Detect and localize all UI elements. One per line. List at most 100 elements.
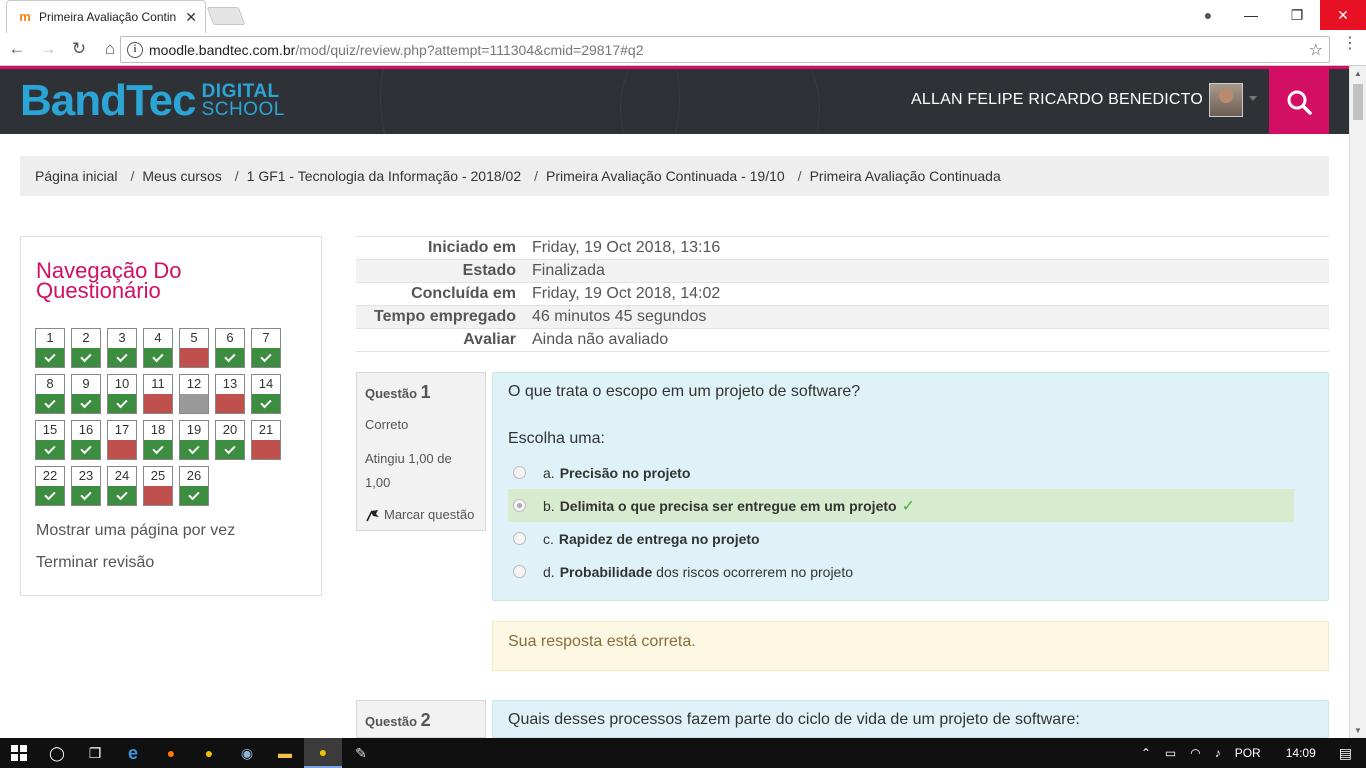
wifi-icon[interactable]: ◠ [1190, 746, 1200, 760]
question-nav-button[interactable]: 1 [35, 328, 65, 368]
question-nav-number: 24 [114, 468, 130, 483]
question-nav-button[interactable]: 24 [107, 466, 137, 506]
question-state-correct [36, 394, 64, 413]
radio-button[interactable] [513, 466, 526, 479]
question-nav-button[interactable]: 13 [215, 374, 245, 414]
paint-app-icon[interactable]: ✎ [342, 738, 380, 768]
answer-letter: b. [543, 497, 555, 514]
answer-option-c[interactable]: c. Rapidez de entrega no projeto [508, 522, 1294, 555]
new-tab-button[interactable] [206, 7, 246, 25]
question-nav-button[interactable]: 19 [179, 420, 209, 460]
breadcrumb-home[interactable]: Página inicial [35, 168, 118, 184]
avatar[interactable] [1209, 83, 1243, 117]
radio-button[interactable] [513, 532, 526, 545]
question-nav-button[interactable]: 23 [71, 466, 101, 506]
question-label: Questão [365, 386, 418, 401]
question-nav-button[interactable]: 14 [251, 374, 281, 414]
question-state-correct [180, 486, 208, 505]
scroll-thumb[interactable] [1353, 84, 1363, 120]
chrome-icon[interactable]: ● [190, 738, 228, 768]
logo-school: SCHOOL [201, 99, 285, 120]
globe-app-icon[interactable]: ◉ [228, 738, 266, 768]
answer-option-a[interactable]: a. Precisão no projeto [508, 456, 1294, 489]
question-nav-button[interactable]: 7 [251, 328, 281, 368]
question-nav-button[interactable]: 2 [71, 328, 101, 368]
question-nav-button[interactable]: 4 [143, 328, 173, 368]
summary-value: Friday, 19 Oct 2018, 13:16 [532, 239, 721, 256]
forward-arrow-icon[interactable]: → [34, 35, 62, 63]
question-nav-button[interactable]: 12 [179, 374, 209, 414]
breadcrumb-my-courses[interactable]: Meus cursos [142, 168, 221, 184]
flag-question-button[interactable]: Marcar questão [365, 507, 477, 522]
profile-icon[interactable]: ● [1188, 0, 1228, 30]
question-nav-button[interactable]: 11 [143, 374, 173, 414]
search-circle-icon[interactable]: ◯ [38, 738, 76, 768]
language-indicator[interactable]: POR [1235, 746, 1261, 760]
question-nav-button[interactable]: 26 [179, 466, 209, 506]
chrome-active-icon[interactable]: ● [304, 738, 342, 768]
show-one-page-link[interactable]: Mostrar uma página por vez [36, 522, 235, 540]
tab-close-icon[interactable]: ✕ [185, 9, 197, 26]
answer-letter: d. [543, 563, 555, 580]
breadcrumb-course[interactable]: 1 GF1 - Tecnologia da Informação - 2018/… [247, 168, 521, 184]
question-nav-button[interactable]: 8 [35, 374, 65, 414]
browser-menu-icon[interactable]: ⋮ [1342, 36, 1358, 52]
question-nav-button[interactable]: 20 [215, 420, 245, 460]
question-nav-button[interactable]: 18 [143, 420, 173, 460]
question-nav-button[interactable]: 5 [179, 328, 209, 368]
search-button[interactable] [1269, 69, 1329, 134]
question-nav-button[interactable]: 22 [35, 466, 65, 506]
question-nav-button[interactable]: 3 [107, 328, 137, 368]
question-state-correct [216, 348, 244, 367]
minimize-button[interactable]: — [1228, 0, 1274, 30]
breadcrumb-quiz[interactable]: Primeira Avaliação Continuada [810, 168, 1001, 184]
answer-option-d[interactable]: d. Probabilidade dos riscos ocorrerem no… [508, 555, 1294, 588]
radio-button[interactable] [513, 565, 526, 578]
user-name[interactable]: ALLAN FELIPE RICARDO BENEDICTO [911, 91, 1203, 109]
user-menu-caret-icon[interactable] [1249, 96, 1257, 101]
volume-icon[interactable]: ♪ [1215, 746, 1221, 760]
question-state-correct [108, 348, 136, 367]
question-nav-button[interactable]: 10 [107, 374, 137, 414]
answer-letter: a. [543, 464, 555, 481]
task-view-icon[interactable]: ❐ [76, 738, 114, 768]
site-logo[interactable]: BandTec DIGITAL SCHOOL [20, 77, 285, 125]
restore-button[interactable]: ❐ [1274, 0, 1320, 30]
question-nav-button[interactable]: 15 [35, 420, 65, 460]
file-explorer-icon[interactable]: ▬ [266, 738, 304, 768]
firefox-icon[interactable]: ● [152, 738, 190, 768]
finish-review-link[interactable]: Terminar revisão [36, 554, 154, 572]
back-arrow-icon[interactable]: ← [3, 35, 31, 63]
radio-button-selected[interactable] [513, 499, 526, 512]
answer-option-b[interactable]: b. Delimita o que precisa ser entregue e… [508, 489, 1294, 522]
address-bar[interactable]: i moodle.bandtec.com.br/mod/quiz/review.… [120, 36, 1330, 63]
summary-row: Tempo empregado 46 minutos 45 segundos [356, 306, 1329, 329]
battery-icon[interactable]: ▭ [1165, 746, 1176, 760]
notifications-icon[interactable]: ▤ [1339, 745, 1352, 762]
scroll-up-icon[interactable]: ▲ [1354, 69, 1362, 78]
question-nav-number: 11 [151, 376, 165, 391]
tray-chevron-icon[interactable]: ⌃ [1141, 746, 1151, 760]
edge-browser-icon[interactable]: e [114, 738, 152, 768]
clock[interactable]: 14:09 [1286, 746, 1316, 760]
question-feedback: Sua resposta está correta. [492, 621, 1329, 671]
page-scrollbar[interactable]: ▲ ▼ [1349, 66, 1366, 738]
reload-icon[interactable]: ↻ [65, 35, 93, 63]
summary-row: Avaliar Ainda não avaliado [356, 329, 1329, 352]
scroll-down-icon[interactable]: ▼ [1354, 726, 1362, 735]
browser-tab[interactable]: m Primeira Avaliação Contin ✕ [6, 0, 206, 33]
question-nav-button[interactable]: 21 [251, 420, 281, 460]
answer-text: Precisão no projeto [559, 464, 691, 481]
windows-start-icon[interactable] [0, 738, 38, 768]
close-window-button[interactable]: ✕ [1320, 0, 1366, 30]
question-nav-button[interactable]: 17 [107, 420, 137, 460]
bookmark-star-icon[interactable]: ☆ [1309, 40, 1323, 60]
question-nav-button[interactable]: 9 [71, 374, 101, 414]
question-nav-button[interactable]: 16 [71, 420, 101, 460]
question-nav-number: 26 [186, 468, 202, 483]
site-info-icon[interactable]: i [127, 41, 143, 58]
question-nav-button[interactable]: 6 [215, 328, 245, 368]
question-nav-button[interactable]: 25 [143, 466, 173, 506]
summary-row: Iniciado em Friday, 19 Oct 2018, 13:16 [356, 237, 1329, 260]
breadcrumb-section[interactable]: Primeira Avaliação Continuada - 19/10 [546, 168, 785, 184]
